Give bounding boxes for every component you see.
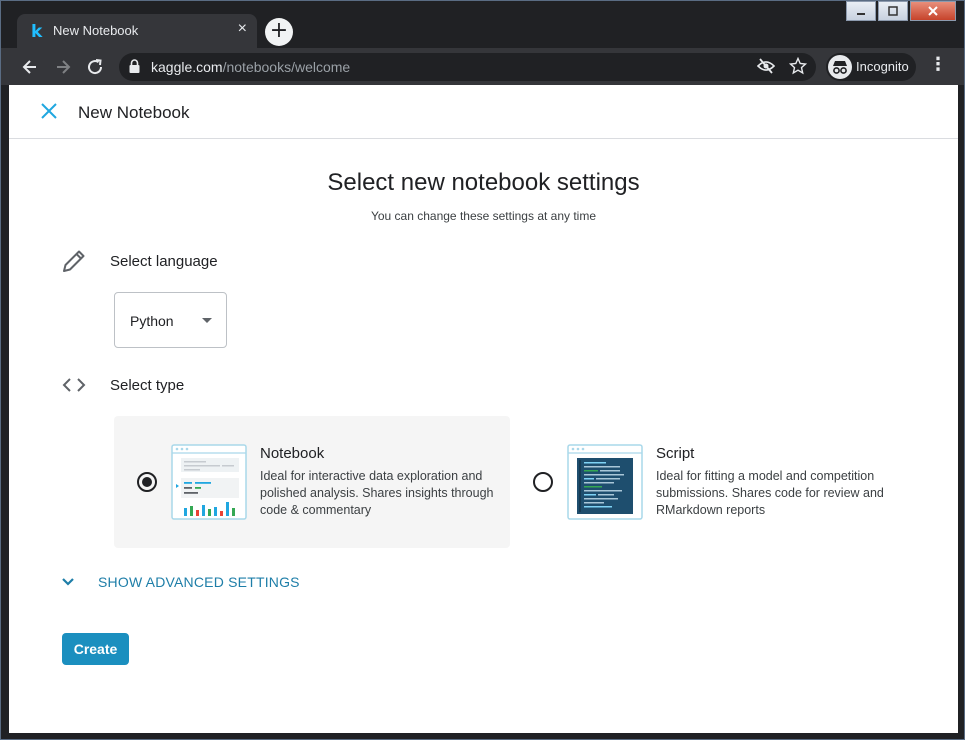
minimize-icon xyxy=(857,13,865,15)
url-host: kaggle.com xyxy=(151,59,223,75)
maximize-button[interactable] xyxy=(878,1,908,21)
window-controls xyxy=(844,1,956,21)
browser-toolbar: kaggle.com/notebooks/welcome Incognito ⋮ xyxy=(1,48,964,85)
show-advanced-settings-toggle[interactable]: SHOW ADVANCED SETTINGS xyxy=(61,570,300,594)
tab-title: New Notebook xyxy=(53,23,139,38)
script-radio[interactable] xyxy=(533,472,553,492)
back-button[interactable] xyxy=(18,55,42,79)
code-brackets-icon xyxy=(62,378,86,392)
arrow-left-icon xyxy=(22,60,36,74)
incognito-indicator[interactable]: Incognito xyxy=(826,53,916,81)
star-icon[interactable] xyxy=(788,56,808,79)
pencil-icon xyxy=(63,250,85,272)
tab-new-notebook[interactable]: k New Notebook × xyxy=(17,14,257,48)
page-content: New Notebook Select new notebook setting… xyxy=(9,85,958,733)
select-type-label: Select type xyxy=(110,377,185,394)
reload-button[interactable] xyxy=(83,55,107,79)
caret-down-icon xyxy=(202,318,212,323)
settings-subtitle: You can change these settings at any tim… xyxy=(370,209,597,223)
select-language-label: Select language xyxy=(110,253,218,270)
close-window-button[interactable] xyxy=(910,1,956,21)
new-tab-button[interactable]: + xyxy=(265,18,293,46)
url-path: /notebooks/welcome xyxy=(222,59,351,75)
settings-heading: Select new notebook settings xyxy=(327,169,640,196)
close-icon[interactable] xyxy=(39,101,59,121)
url-text: kaggle.com/notebooks/welcome xyxy=(151,59,350,75)
incognito-label: Incognito xyxy=(856,59,909,74)
browser-menu-icon[interactable]: ⋮ xyxy=(929,54,947,75)
chevron-down-icon xyxy=(62,578,74,586)
notebook-thumbnail-icon xyxy=(171,444,247,520)
notebook-option-name: Notebook xyxy=(260,445,325,462)
forward-button[interactable] xyxy=(51,55,75,79)
language-selected-value: Python xyxy=(130,313,174,329)
language-select[interactable]: Python xyxy=(114,292,227,348)
lock-icon xyxy=(129,59,140,73)
kaggle-favicon-icon: k xyxy=(31,22,43,42)
eye-off-icon[interactable] xyxy=(756,57,776,79)
notebook-option-description: Ideal for interactive data exploration a… xyxy=(260,469,494,517)
type-option-script[interactable]: Script Ideal for fitting a model and com… xyxy=(510,416,906,548)
notebook-radio[interactable] xyxy=(137,472,157,492)
show-advanced-settings-label: SHOW ADVANCED SETTINGS xyxy=(98,574,300,590)
reload-icon xyxy=(88,59,103,75)
tab-strip: k New Notebook × + xyxy=(1,1,964,48)
script-option-description: Ideal for fitting a model and competitio… xyxy=(656,469,884,517)
minimize-button[interactable] xyxy=(846,1,876,21)
script-option-name: Script xyxy=(656,445,695,462)
close-icon xyxy=(928,6,938,16)
type-option-notebook[interactable]: Notebook Ideal for interactive data expl… xyxy=(114,416,510,548)
page-header: New Notebook xyxy=(9,85,958,139)
maximize-icon xyxy=(888,6,898,16)
create-button[interactable]: Create xyxy=(62,633,129,665)
page-title: New Notebook xyxy=(78,103,190,122)
address-bar[interactable]: kaggle.com/notebooks/welcome xyxy=(119,53,816,81)
arrow-right-icon xyxy=(57,60,71,74)
tab-close-icon[interactable]: × xyxy=(238,20,247,38)
incognito-icon xyxy=(828,55,852,79)
script-thumbnail-icon xyxy=(567,444,643,520)
browser-window: k New Notebook × + kaggle.com/notebooks/… xyxy=(0,0,965,740)
